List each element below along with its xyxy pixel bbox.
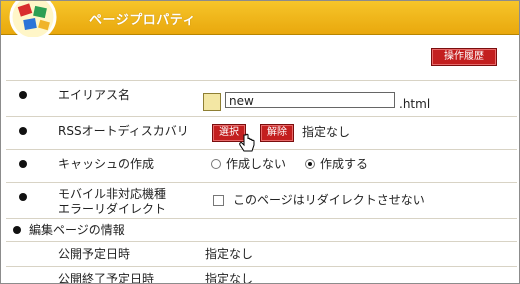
section-title: 編集ページの情報: [29, 223, 125, 237]
publish-end-value: 指定なし: [205, 272, 254, 284]
section-header-row: 編集ページの情報: [6, 219, 517, 242]
cache-on-label: 作成する: [320, 157, 369, 171]
properties-table: エイリアス名 new .html RSSオートディスカバリ 選択 解除 指定なし…: [6, 80, 517, 284]
cache-row: キャッシュの作成 作成しない 作成する: [6, 150, 517, 183]
rss-clear-button[interactable]: 解除: [260, 124, 294, 142]
cache-label: キャッシュの作成: [58, 157, 155, 171]
mobile-row: モバイル非対応機種 エラーリダイレクト このページはリダイレクトさせない: [6, 183, 517, 219]
bullet-icon: [19, 91, 27, 99]
bullet-icon: [19, 127, 27, 135]
rss-row: RSSオートディスカバリ 選択 解除 指定なし: [6, 117, 517, 152]
history-button[interactable]: 操作履歴: [431, 48, 497, 66]
app-logo-icon: [9, 1, 57, 37]
publish-start-label: 公開予定日時: [58, 247, 131, 261]
cache-off-radio[interactable]: [211, 159, 221, 169]
publish-end-label: 公開終了予定日時: [58, 272, 155, 284]
mobile-redirect-checkbox[interactable]: [213, 195, 224, 206]
alias-label: エイリアス名: [58, 88, 131, 102]
page-icon: [203, 93, 221, 111]
cache-on-radio[interactable]: [305, 159, 315, 169]
mobile-label-line2: エラーリダイレクト: [58, 202, 167, 216]
bullet-icon: [13, 226, 21, 234]
alias-row: エイリアス名 new .html: [6, 81, 517, 117]
header-bar: ページプロパティ: [1, 1, 519, 37]
publish-start-value: 指定なし: [205, 247, 254, 261]
cache-off-label: 作成しない: [226, 157, 287, 171]
bullet-icon: [19, 160, 27, 168]
rss-label: RSSオートディスカバリ: [58, 124, 189, 138]
alias-input[interactable]: new: [225, 92, 395, 108]
page-title: ページプロパティ: [89, 13, 196, 28]
page-properties-window: ページプロパティ 操作履歴 エイリアス名 new .html RSSオートディス…: [0, 0, 520, 284]
bullet-icon: [19, 193, 27, 201]
publish-start-row: 公開予定日時 指定なし: [6, 242, 517, 267]
mobile-label-line1: モバイル非対応機種: [58, 187, 167, 201]
publish-end-row: 公開終了予定日時 指定なし: [6, 267, 517, 284]
mobile-checkbox-label: このページはリダイレクトさせない: [233, 193, 425, 207]
rss-value: 指定なし: [302, 125, 351, 139]
alias-suffix: .html: [399, 97, 431, 111]
